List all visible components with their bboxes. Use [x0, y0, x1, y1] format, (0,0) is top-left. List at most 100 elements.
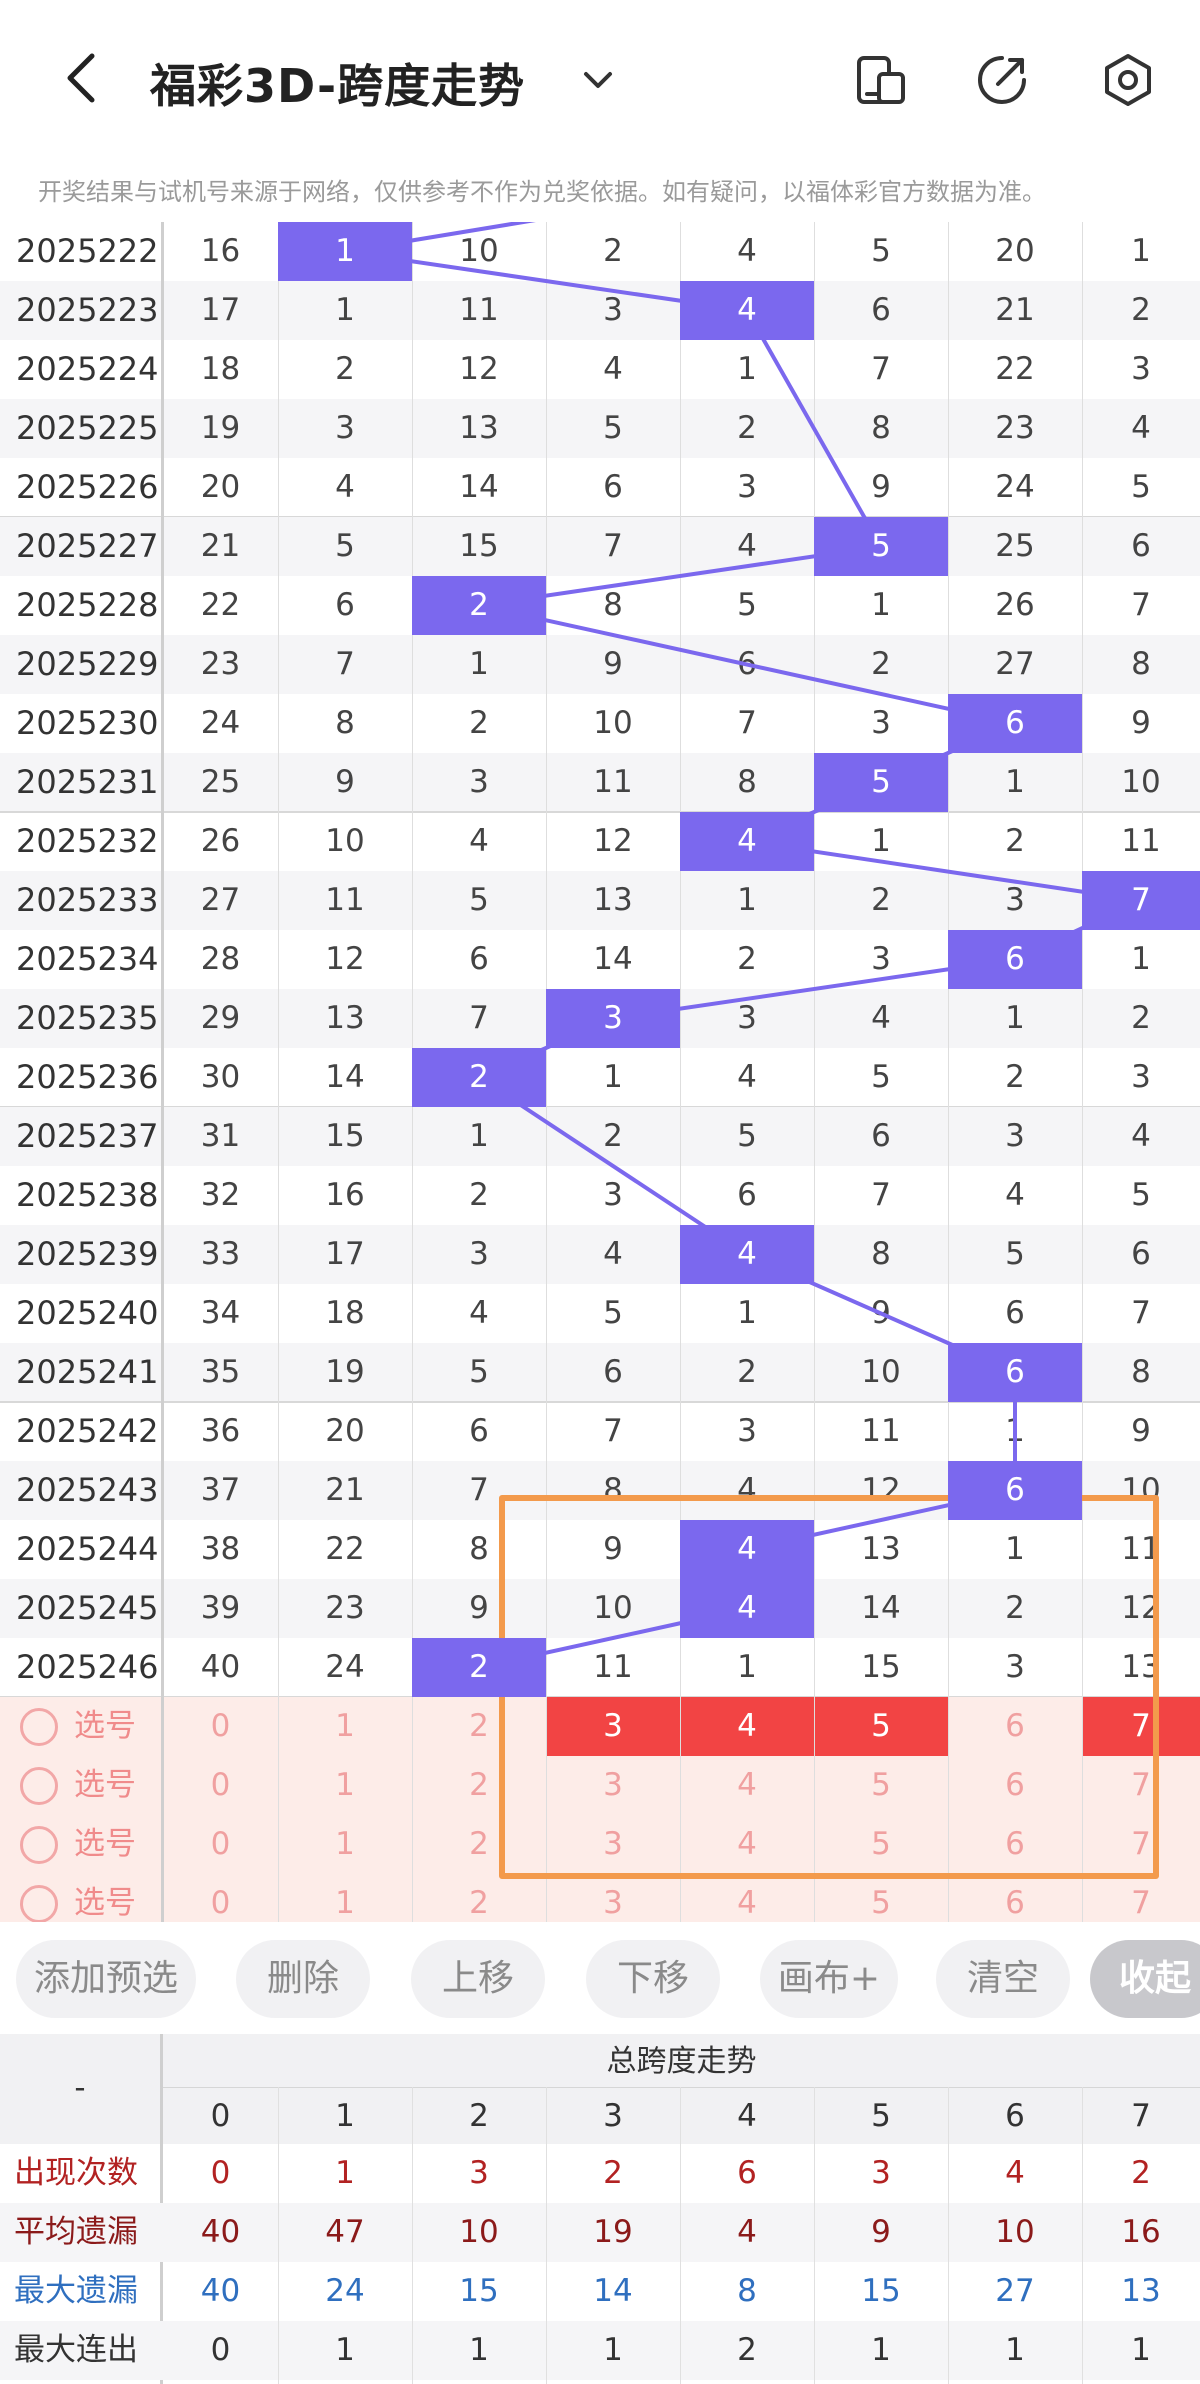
pick-radio[interactable] — [20, 1885, 58, 1922]
pick-ball-selected[interactable]: 7 — [1082, 1697, 1200, 1756]
stats-value: 6 — [737, 2155, 757, 2191]
pick-radio[interactable] — [20, 1767, 58, 1805]
back-arrow-icon[interactable] — [52, 48, 112, 108]
pick-ball[interactable]: 1 — [278, 1697, 412, 1756]
omission-cell: 4 — [1131, 1118, 1151, 1154]
collapse-button[interactable]: 收起 — [1090, 1940, 1200, 2018]
omission-cell: 19 — [200, 410, 241, 446]
chevron-down-icon[interactable] — [578, 60, 618, 100]
omission-cell: 8 — [335, 705, 355, 741]
omission-cell: 1 — [871, 823, 891, 859]
clear-button[interactable]: 清空 — [936, 1940, 1070, 2018]
omission-cell: 11 — [861, 1413, 901, 1449]
issue-number: 2025244 — [16, 1530, 159, 1568]
stats-column-divider — [278, 2087, 279, 2384]
omission-cell: 31 — [200, 1118, 241, 1154]
pick-ball[interactable]: 3 — [546, 1874, 680, 1922]
pick-ball-selected[interactable]: 4 — [680, 1697, 814, 1756]
pick-ball[interactable]: 3 — [546, 1756, 680, 1815]
omission-cell: 6 — [871, 292, 891, 328]
omission-cell: 12 — [1121, 1590, 1161, 1626]
omission-cell: 3 — [603, 292, 623, 328]
pick-ball[interactable]: 2 — [412, 1756, 546, 1815]
column-divider — [1082, 222, 1083, 1922]
span-hit-cell: 2 — [412, 1638, 546, 1697]
omission-cell: 18 — [200, 351, 241, 387]
pick-radio[interactable] — [20, 1826, 58, 1864]
pick-ball[interactable]: 4 — [680, 1756, 814, 1815]
settings-hexagon-icon[interactable] — [1100, 52, 1156, 108]
pick-row: 选号 0 1 2 3 4 5 6 7 — [0, 1756, 1200, 1815]
omission-cell: 2 — [871, 646, 891, 682]
pick-ball[interactable]: 5 — [814, 1756, 948, 1815]
pick-ball[interactable]: 7 — [1082, 1815, 1200, 1874]
stats-value: 9 — [871, 2214, 891, 2250]
stats-value: 15 — [861, 2273, 901, 2309]
pick-ball[interactable]: 5 — [814, 1874, 948, 1922]
span-hit-cell: 6 — [948, 930, 1082, 989]
pick-ball[interactable]: 2 — [412, 1697, 546, 1756]
move-down-button[interactable]: 下移 — [586, 1940, 720, 2018]
issue-number: 2025240 — [16, 1294, 159, 1332]
pick-radio[interactable] — [20, 1708, 58, 1746]
pick-ball[interactable]: 7 — [1082, 1756, 1200, 1815]
omission-cell: 4 — [1131, 410, 1151, 446]
pick-ball[interactable]: 6 — [948, 1697, 1082, 1756]
table-row: 2025235 29 13 7 3 3 4 1 2 — [0, 989, 1200, 1048]
issue-number: 2025234 — [16, 940, 159, 978]
pick-ball-selected[interactable]: 5 — [814, 1697, 948, 1756]
issue-number: 2025242 — [16, 1412, 159, 1450]
pick-ball-selected[interactable]: 3 — [546, 1697, 680, 1756]
stats-column-divider — [546, 2087, 547, 2384]
omission-cell: 4 — [737, 1059, 757, 1095]
omission-cell: 11 — [593, 764, 633, 800]
delete-button[interactable]: 删除 — [236, 1940, 370, 2018]
pick-ball[interactable]: 0 — [163, 1815, 278, 1874]
omission-cell: 4 — [469, 1295, 489, 1331]
page-title[interactable]: 福彩3D-跨度走势 — [150, 50, 525, 116]
stats-value: 10 — [459, 2214, 499, 2250]
pick-ball[interactable]: 6 — [948, 1815, 1082, 1874]
omission-cell: 20 — [995, 233, 1035, 269]
pick-ball[interactable]: 1 — [278, 1874, 412, 1922]
omission-cell: 20 — [200, 469, 241, 505]
omission-cell: 6 — [737, 646, 757, 682]
omission-cell: 5 — [469, 1354, 489, 1390]
pick-ball[interactable]: 3 — [546, 1815, 680, 1874]
pick-ball[interactable]: 6 — [948, 1874, 1082, 1922]
move-up-button[interactable]: 上移 — [411, 1940, 545, 2018]
share-icon[interactable] — [974, 52, 1030, 108]
table-row: 2025234 28 12 6 14 2 3 6 1 — [0, 930, 1200, 989]
stats-value: 0 — [210, 2155, 231, 2191]
omission-cell: 7 — [737, 705, 757, 741]
omission-cell: 12 — [861, 1472, 901, 1508]
omission-cell: 3 — [1005, 882, 1025, 918]
pick-ball[interactable]: 7 — [1082, 1874, 1200, 1922]
omission-cell: 3 — [469, 1236, 489, 1272]
omission-cell: 1 — [737, 351, 757, 387]
pick-ball[interactable]: 6 — [948, 1756, 1082, 1815]
pick-ball[interactable]: 5 — [814, 1815, 948, 1874]
omission-cell: 3 — [737, 1000, 757, 1036]
omission-cell: 1 — [469, 1118, 489, 1154]
omission-cell: 1 — [1131, 941, 1151, 977]
pick-ball[interactable]: 2 — [412, 1874, 546, 1922]
phone-layout-icon[interactable] — [853, 52, 909, 108]
pick-ball[interactable]: 0 — [163, 1874, 278, 1922]
issue-number: 2025236 — [16, 1058, 159, 1096]
pick-ball[interactable]: 2 — [412, 1815, 546, 1874]
pick-ball[interactable]: 1 — [278, 1756, 412, 1815]
omission-cell: 15 — [459, 528, 499, 564]
omission-cell: 24 — [995, 469, 1035, 505]
pick-ball[interactable]: 0 — [163, 1756, 278, 1815]
pick-ball[interactable]: 1 — [278, 1815, 412, 1874]
add-preselect-button[interactable]: 添加预选 — [16, 1940, 196, 2018]
omission-cell: 23 — [200, 646, 241, 682]
omission-cell: 2 — [1131, 292, 1151, 328]
pick-ball[interactable]: 4 — [680, 1874, 814, 1922]
pick-ball[interactable]: 4 — [680, 1815, 814, 1874]
pick-label: 选号 — [74, 1708, 136, 1744]
canvas-plus-button[interactable]: 画布+ — [760, 1940, 898, 2018]
stats-value: 1 — [1005, 2332, 1025, 2368]
pick-ball[interactable]: 0 — [163, 1697, 278, 1756]
